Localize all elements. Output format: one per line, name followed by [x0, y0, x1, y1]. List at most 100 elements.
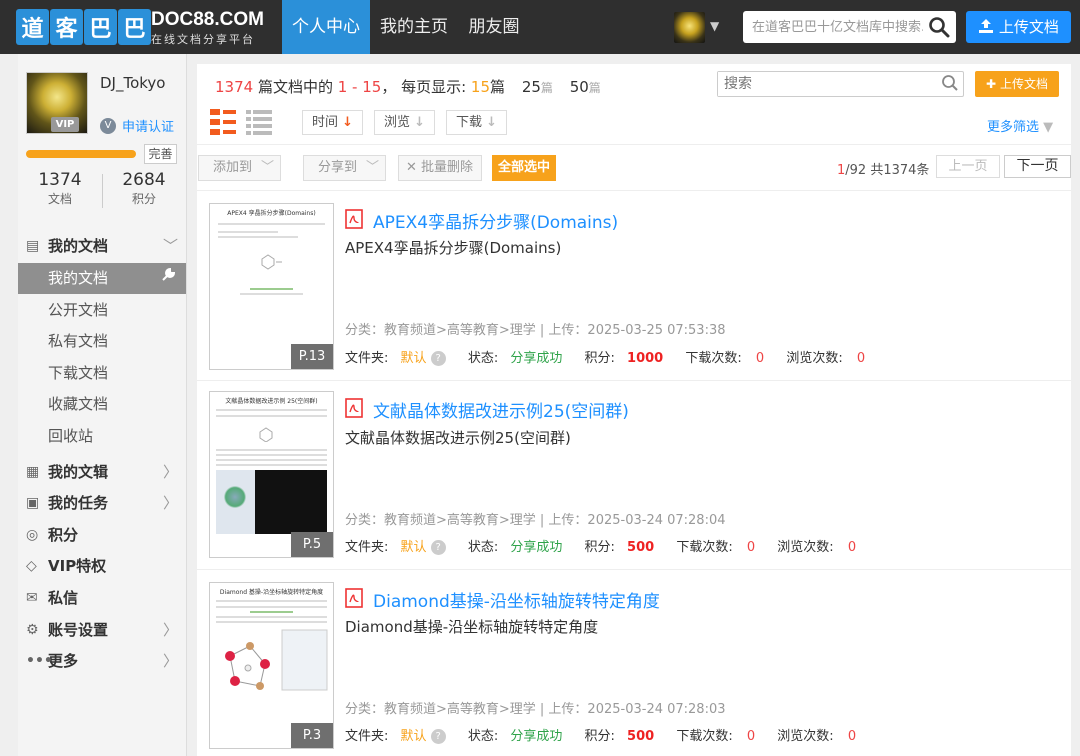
- verify-link[interactable]: V 申请认证: [100, 116, 174, 135]
- caret-down-icon[interactable]: ▼: [710, 19, 719, 33]
- document-title-link[interactable]: 文献晶体数据改进示例25(空间群): [373, 397, 629, 422]
- downloads-value: 0: [746, 729, 756, 744]
- arrow-down-icon: ↓: [486, 115, 498, 130]
- grid-view-icon[interactable]: [210, 109, 236, 135]
- menu-label: 账号设置: [48, 621, 109, 639]
- document-description: Diamond基操-沿坐标轴旋转特定角度: [345, 618, 599, 636]
- document-thumbnail[interactable]: APEX4 孪晶拆分步骤(Domains) P.13: [209, 203, 334, 370]
- submenu-download-docs[interactable]: 下载文档: [18, 358, 186, 389]
- document-title-link[interactable]: APEX4孪晶拆分步骤(Domains): [373, 208, 618, 233]
- chevron-right-icon: 〉: [162, 652, 178, 670]
- upload-button[interactable]: 上传文档: [966, 11, 1071, 43]
- menu-account-settings[interactable]: ⚙ 账号设置 〉: [18, 614, 186, 646]
- help-icon[interactable]: ?: [430, 729, 446, 744]
- menu-messages[interactable]: ✉ 私信: [18, 582, 186, 614]
- select-all-button[interactable]: 全部选中: [492, 155, 556, 181]
- menu-label: 我的文档: [48, 237, 109, 255]
- points-stat[interactable]: 2684 积分: [104, 170, 184, 207]
- document-title-link[interactable]: Diamond基操-沿坐标轴旋转特定角度: [373, 587, 660, 612]
- document-thumbnail[interactable]: 文献晶体数据改进示例 25(空间群) P.5: [209, 391, 334, 558]
- user-avatar[interactable]: [674, 12, 705, 43]
- sort-by-views-button[interactable]: 浏览 ↓: [374, 110, 435, 135]
- points-value: 2684: [122, 170, 166, 190]
- logo-char: 客: [50, 9, 83, 45]
- arrow-down-icon: ↓: [414, 115, 426, 130]
- document-description: APEX4孪晶拆分步骤(Domains): [345, 239, 562, 257]
- submenu-private-docs[interactable]: 私有文档: [18, 326, 186, 357]
- document-info: 文件夹: 默认 ? 状态: 分享成功 积分: 1000 下载次数: 0 浏览次数…: [345, 347, 865, 366]
- chevron-right-icon: 〉: [162, 494, 178, 512]
- per-page-25[interactable]: 25篇: [522, 78, 553, 96]
- menu-label: VIP特权: [48, 557, 107, 575]
- list-view-icon[interactable]: [246, 109, 272, 135]
- doc-search-input[interactable]: [718, 72, 938, 96]
- submenu-recycle-bin[interactable]: 回收站: [18, 421, 186, 452]
- folder-value[interactable]: 默认: [401, 725, 427, 744]
- menu-my-library[interactable]: ▦ 我的文辑 〉: [18, 456, 186, 488]
- folder-value[interactable]: 默认: [401, 347, 427, 366]
- submenu-favorite-docs[interactable]: 收藏文档: [18, 389, 186, 420]
- nav-friends[interactable]: 朋友圈: [458, 0, 530, 54]
- menu-points[interactable]: ◎ 积分: [18, 519, 186, 551]
- summary-text: 篇文档中的: [253, 78, 338, 96]
- menu-my-docs[interactable]: ▤ 我的文档 ﹀: [18, 230, 186, 262]
- submenu-my-docs[interactable]: 我的文档: [18, 263, 186, 294]
- batch-delete-button[interactable]: ✕ 批量删除: [398, 155, 482, 181]
- search-icon[interactable]: [941, 74, 959, 92]
- menu-vip[interactable]: ◇ VIP特权: [18, 550, 186, 582]
- upload-label: 上传文档: [998, 18, 1059, 36]
- help-icon[interactable]: ?: [430, 351, 446, 366]
- summary-text: ， 每页显示:: [381, 78, 471, 96]
- sort-by-time-button[interactable]: 时间 ↓: [302, 110, 363, 135]
- doc-count-value: 1374: [38, 170, 82, 190]
- views-value: 0: [856, 351, 866, 366]
- logo-char: 巴: [84, 9, 117, 45]
- main-content: 1374 篇文档中的 1 - 15， 每页显示: 15篇 25篇 50篇 ✚ 上…: [197, 64, 1071, 756]
- status-value: 分享成功: [510, 351, 563, 366]
- top-search-input[interactable]: [743, 11, 923, 43]
- document-info: 文件夹: 默认 ? 状态: 分享成功 积分: 500 下载次数: 0 浏览次数:…: [345, 536, 856, 555]
- doc-summary: 1374 篇文档中的 1 - 15， 每页显示: 15篇 25篇 50篇: [215, 76, 601, 97]
- divider: [197, 144, 1071, 145]
- next-page-button[interactable]: 下一页: [1004, 155, 1071, 178]
- document-info: 文件夹: 默认 ? 状态: 分享成功 积分: 500 下载次数: 0 浏览次数:…: [345, 725, 856, 744]
- close-icon: ✕: [406, 160, 417, 175]
- diamond-icon: ◇: [26, 558, 37, 574]
- menu-more[interactable]: ••• 更多 〉: [18, 645, 186, 677]
- doc-count-stat[interactable]: 1374 文档: [20, 170, 100, 207]
- page-count-badge: P.5: [291, 532, 333, 557]
- document-meta: 分类：教育频道>高等教育>理学 | 上传：2025-03-25 07:53:38: [345, 323, 726, 338]
- sort-by-downloads-button[interactable]: 下载 ↓: [446, 110, 507, 135]
- folder-value[interactable]: 默认: [401, 536, 427, 555]
- document-meta: 分类：教育频道>高等教育>理学 | 上传：2025-03-24 07:28:04: [345, 513, 726, 528]
- submenu-public-docs[interactable]: 公开文档: [18, 295, 186, 326]
- nav-personal-center[interactable]: 个人中心: [282, 0, 370, 54]
- site-logo[interactable]: 道 客 巴 巴: [16, 9, 152, 45]
- search-icon[interactable]: [928, 16, 950, 38]
- pdf-icon: [345, 398, 363, 418]
- document-thumbnail[interactable]: Diamond 基操-沿坐标轴旋转特定角度 P.3: [209, 582, 334, 749]
- wrench-icon[interactable]: [160, 263, 176, 294]
- per-page-current[interactable]: 15: [471, 78, 490, 96]
- verify-icon: V: [100, 117, 116, 134]
- menu-my-tasks[interactable]: ▣ 我的任务 〉: [18, 487, 186, 519]
- more-dots-icon: •••: [26, 653, 53, 669]
- profile-progress-bar: [26, 150, 136, 158]
- upload-doc-button[interactable]: ✚ 上传文档: [975, 71, 1059, 97]
- nav-my-homepage[interactable]: 我的主页: [372, 0, 456, 54]
- unit: 篇: [490, 78, 506, 96]
- add-to-dropdown[interactable]: 添加到 ﹀: [198, 155, 281, 181]
- per-page-50[interactable]: 50篇: [570, 78, 601, 96]
- downloads-value: 0: [746, 540, 756, 555]
- complete-profile-button[interactable]: 完善: [144, 144, 177, 164]
- status-value: 分享成功: [510, 540, 563, 555]
- prev-page-button[interactable]: 上一页: [936, 155, 1000, 178]
- username[interactable]: DJ_Tokyo: [100, 74, 165, 92]
- share-to-dropdown[interactable]: 分享到 ﹀: [303, 155, 386, 181]
- more-filter-dropdown[interactable]: 更多筛选 ▼: [987, 116, 1053, 135]
- menu-label: 我的文辑: [48, 463, 109, 481]
- help-icon[interactable]: ?: [430, 540, 446, 555]
- menu-label: 私信: [48, 589, 79, 607]
- gear-icon: ⚙: [26, 622, 39, 638]
- chevron-right-icon: 〉: [162, 621, 178, 639]
